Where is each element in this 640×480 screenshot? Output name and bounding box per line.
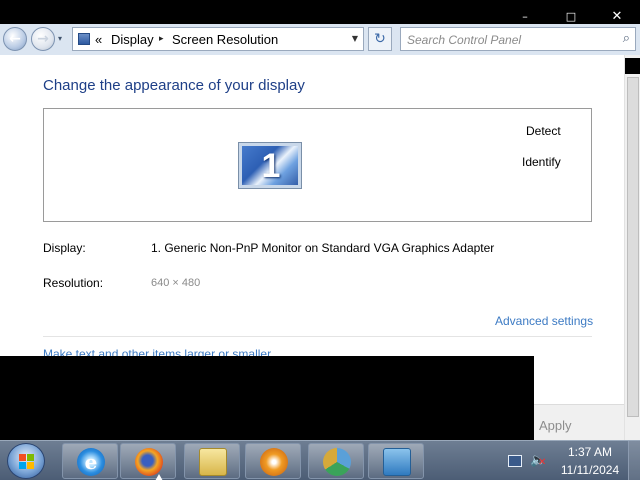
occluded-region — [0, 356, 534, 440]
breadcrumb-display[interactable]: Display — [111, 32, 154, 47]
refresh-button[interactable]: ↻ — [368, 27, 392, 51]
breadcrumb-overflow[interactable]: « — [95, 32, 102, 47]
resolution-select[interactable]: 640 × 480 — [151, 277, 200, 289]
display-select[interactable]: 1. Generic Non-PnP Monitor on Standard V… — [151, 241, 494, 255]
identify-button[interactable]: Identify — [522, 155, 561, 169]
media-player-icon — [260, 448, 288, 476]
detect-button[interactable]: Detect — [526, 124, 561, 138]
resolution-label: Resolution: — [43, 276, 104, 290]
internet-explorer-icon: e — [77, 448, 105, 476]
monitor-number: 1 — [261, 147, 281, 185]
show-desktop-button[interactable] — [628, 441, 640, 480]
close-button[interactable]: ✕ — [608, 10, 626, 24]
address-dropdown-icon[interactable]: ▼ — [352, 34, 358, 43]
search-placeholder: Search Control Panel — [407, 33, 522, 47]
taskbar-chrome[interactable] — [308, 443, 364, 479]
folder-icon — [199, 448, 227, 476]
scroll-up-arrow[interactable] — [625, 58, 640, 74]
taskbar-windows-explorer[interactable] — [184, 443, 240, 479]
advanced-settings-link[interactable]: Advanced settings — [495, 314, 593, 328]
apply-button[interactable]: Apply — [539, 418, 572, 433]
taskbar-media-player[interactable] — [245, 443, 301, 479]
vertical-scrollbar[interactable] — [624, 55, 640, 440]
breadcrumb-screen-resolution[interactable]: Screen Resolution — [172, 32, 278, 47]
taskbar-internet-explorer[interactable]: e — [62, 443, 118, 479]
divider — [43, 336, 592, 337]
volume-muted-icon[interactable]: 🔈 ✕ — [530, 453, 546, 468]
minimize-button[interactable]: – — [516, 10, 534, 24]
page-title: Change the appearance of your display — [43, 77, 305, 94]
mouse-cursor-icon — [155, 474, 163, 480]
search-icon[interactable]: ⌕ — [623, 31, 630, 46]
display-label: Display: — [43, 241, 86, 255]
scrollbar-thumb[interactable] — [627, 77, 639, 417]
taskbar-firefox[interactable] — [120, 443, 176, 479]
forward-arrow-icon: → — [37, 31, 49, 47]
clock-date[interactable]: 11/11/2024 — [558, 463, 622, 477]
title-bar: – □ ✕ — [0, 0, 640, 24]
taskbar: e 🔈 ✕ 1:37 AM 11/11/2024 — [0, 440, 640, 480]
forward-button[interactable]: → — [31, 27, 55, 51]
clock-time[interactable]: 1:37 AM — [562, 445, 618, 459]
control-panel-icon — [78, 33, 90, 45]
address-bar[interactable]: « Display ▸ Screen Resolution ▼ — [72, 27, 364, 51]
monitor-arrangement-panel: 1 Detect Identify — [43, 108, 592, 222]
monitor-1-icon[interactable]: 1 — [238, 142, 302, 189]
navigation-bar: ← → ▾ « Display ▸ Screen Resolution ▼ ↻ … — [0, 24, 640, 55]
search-input[interactable]: Search Control Panel ⌕ — [400, 27, 636, 51]
chevron-right-icon[interactable]: ▸ — [159, 32, 164, 46]
back-arrow-icon: ← — [9, 31, 21, 47]
windows-logo-icon — [19, 454, 35, 470]
recent-pages-button[interactable]: ▾ — [58, 34, 62, 43]
chrome-icon — [323, 448, 351, 476]
maximize-button[interactable]: □ — [562, 10, 580, 24]
back-button[interactable]: ← — [3, 27, 27, 51]
firefox-icon — [135, 448, 163, 476]
start-button[interactable] — [7, 443, 45, 479]
network-icon[interactable] — [508, 455, 522, 467]
control-panel-icon — [383, 448, 411, 476]
taskbar-control-panel[interactable] — [368, 443, 424, 479]
